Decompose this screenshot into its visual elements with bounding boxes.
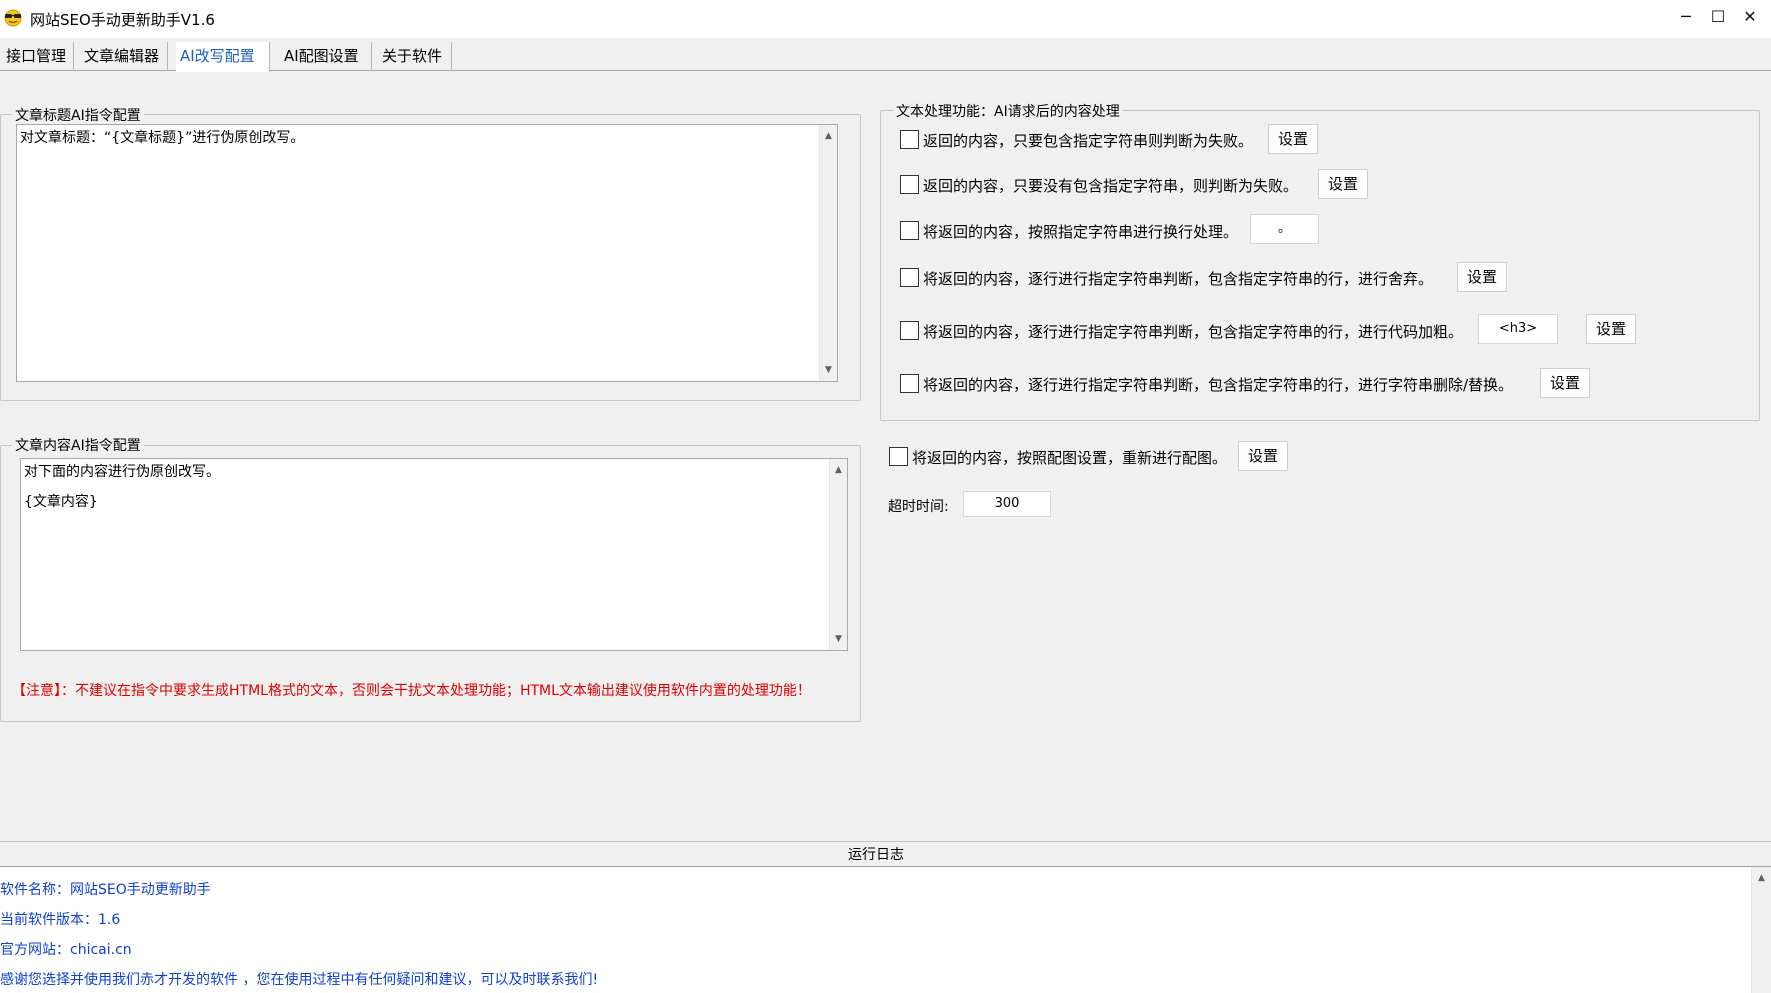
window-title: 网站SEO手动更新助手V1.6 [30,11,215,29]
log-title: 运行日志 [844,844,908,864]
option-label: 将返回的内容，逐行进行指定字符串判断，包含指定字符串的行，进行字符串删除/替换。 [923,376,1514,394]
tab-ai-image-settings[interactable]: AI配图设置 [280,42,372,71]
option-discard-line-checkbox[interactable] [900,268,919,287]
reimage-label: 将返回的内容，按照配图设置，重新进行配图。 [912,449,1228,467]
option-label: 将返回的内容，逐行进行指定字符串判断，包含指定字符串的行，进行舍弃。 [923,270,1434,288]
content-prompt-line: {文章内容} [24,494,98,510]
tab-bar: 接口管理 文章编辑器 AI改写配置 AI配图设置 关于软件 [0,42,1771,72]
option-fail-if-contains-settings-button[interactable]: 设置 [1268,124,1318,154]
scroll-down-icon[interactable]: ▼ [820,361,837,379]
timeout-label: 超时时间: [888,499,949,515]
title-prompt-text: 对文章标题：“{文章标题}”进行伪原创改写。 [20,130,305,146]
processing-label: 文本处理功能：AI请求后的内容处理 [893,101,1123,121]
option-fail-if-contains-checkbox[interactable] [900,130,919,149]
log-line: 当前软件版本：1.6 [0,912,121,928]
option-replace-string-settings-button[interactable]: 设置 [1540,368,1590,398]
log-line: 软件名称：网站SEO手动更新助手 [0,882,211,898]
option-label: 返回的内容，只要没有包含指定字符串，则判断为失败。 [923,177,1299,195]
sunglasses-smiley-icon [4,9,22,27]
line-break-string-field[interactable]: 。 [1250,214,1319,244]
option-line-break-checkbox[interactable] [900,221,919,240]
option-bold-line-checkbox[interactable] [900,321,919,340]
scroll-up-icon[interactable]: ▲ [830,461,847,479]
log-line: 官方网站：chicai.cn [0,942,132,958]
option-bold-line-settings-button[interactable]: 设置 [1586,314,1636,344]
tab-about[interactable]: 关于软件 [378,42,452,71]
option-fail-if-missing-checkbox[interactable] [900,175,919,194]
title-bar: 网站SEO手动更新助手V1.6 ─ ☐ ✕ [0,0,1771,38]
option-label: 返回的内容，只要包含指定字符串则判断为失败。 [923,132,1254,150]
title-prompt-label: 文章标题AI指令配置 [12,105,144,125]
title-prompt-scrollbar[interactable]: ▲ ▼ [819,125,837,381]
option-label: 将返回的内容，按照指定字符串进行换行处理。 [923,223,1239,241]
bold-tag-field[interactable]: <h3> [1478,314,1558,344]
option-replace-string-checkbox[interactable] [900,374,919,393]
scroll-down-icon[interactable]: ▼ [830,630,847,648]
option-discard-line-settings-button[interactable]: 设置 [1457,262,1507,292]
tab-ai-rewrite-config[interactable]: AI改写配置 [176,42,270,72]
content-prompt-scrollbar[interactable]: ▲ ▼ [829,459,847,650]
log-scrollbar[interactable]: ▲ [1751,867,1771,993]
timeout-input[interactable]: 300 [963,491,1051,517]
tab-api-management[interactable]: 接口管理 [2,42,74,71]
reimage-checkbox[interactable] [889,447,908,466]
scroll-up-icon[interactable]: ▲ [820,127,837,145]
content-prompt-textarea[interactable]: 对下面的内容进行伪原创改写。 {文章内容} ▲ ▼ [20,458,848,651]
minimize-button[interactable]: ─ [1670,0,1702,34]
title-prompt-textarea[interactable]: 对文章标题：“{文章标题}”进行伪原创改写。 ▲ ▼ [16,124,838,382]
log-line: 感谢您选择并使用我们赤才开发的软件 ，您在使用过程中有任何疑问和建议，可以及时联… [0,972,599,988]
content-prompt-line: 对下面的内容进行伪原创改写。 [24,464,220,480]
content-prompt-label: 文章内容AI指令配置 [12,435,144,455]
warning-note: 【注意】：不建议在指令中要求生成HTML格式的文本，否则会干扰文本处理功能；HT… [12,683,811,699]
reimage-settings-button[interactable]: 设置 [1238,441,1288,471]
option-fail-if-missing-settings-button[interactable]: 设置 [1318,169,1368,199]
log-separator [0,841,1771,842]
scroll-up-icon[interactable]: ▲ [1752,869,1771,887]
log-area[interactable]: 软件名称：网站SEO手动更新助手 当前软件版本：1.6 官方网站：chicai.… [0,866,1771,993]
maximize-button[interactable]: ☐ [1702,0,1734,34]
option-label: 将返回的内容，逐行进行指定字符串判断，包含指定字符串的行，进行代码加粗。 [923,323,1464,341]
tab-article-editor[interactable]: 文章编辑器 [80,42,168,71]
close-button[interactable]: ✕ [1734,0,1766,34]
